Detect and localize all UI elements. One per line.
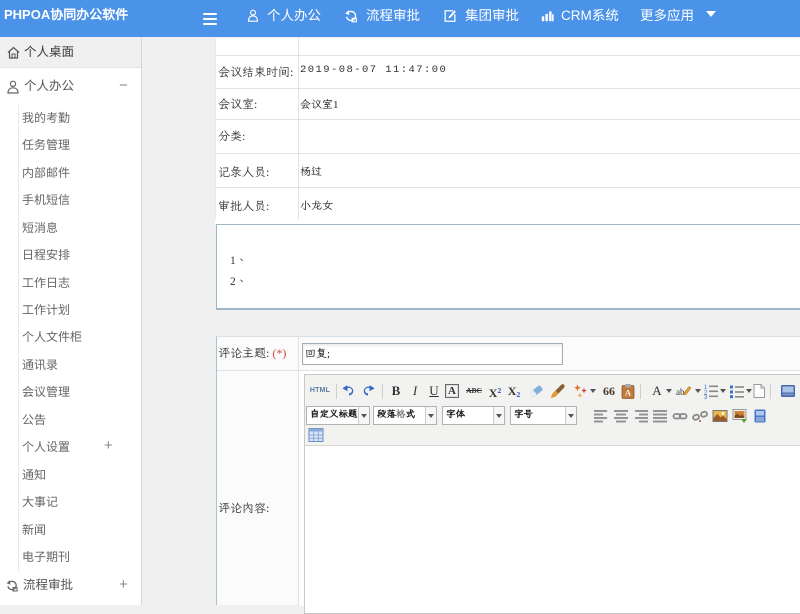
- svg-text:3: 3: [704, 395, 708, 399]
- svg-text:ab: ab: [676, 387, 685, 397]
- svg-text:A: A: [625, 388, 632, 398]
